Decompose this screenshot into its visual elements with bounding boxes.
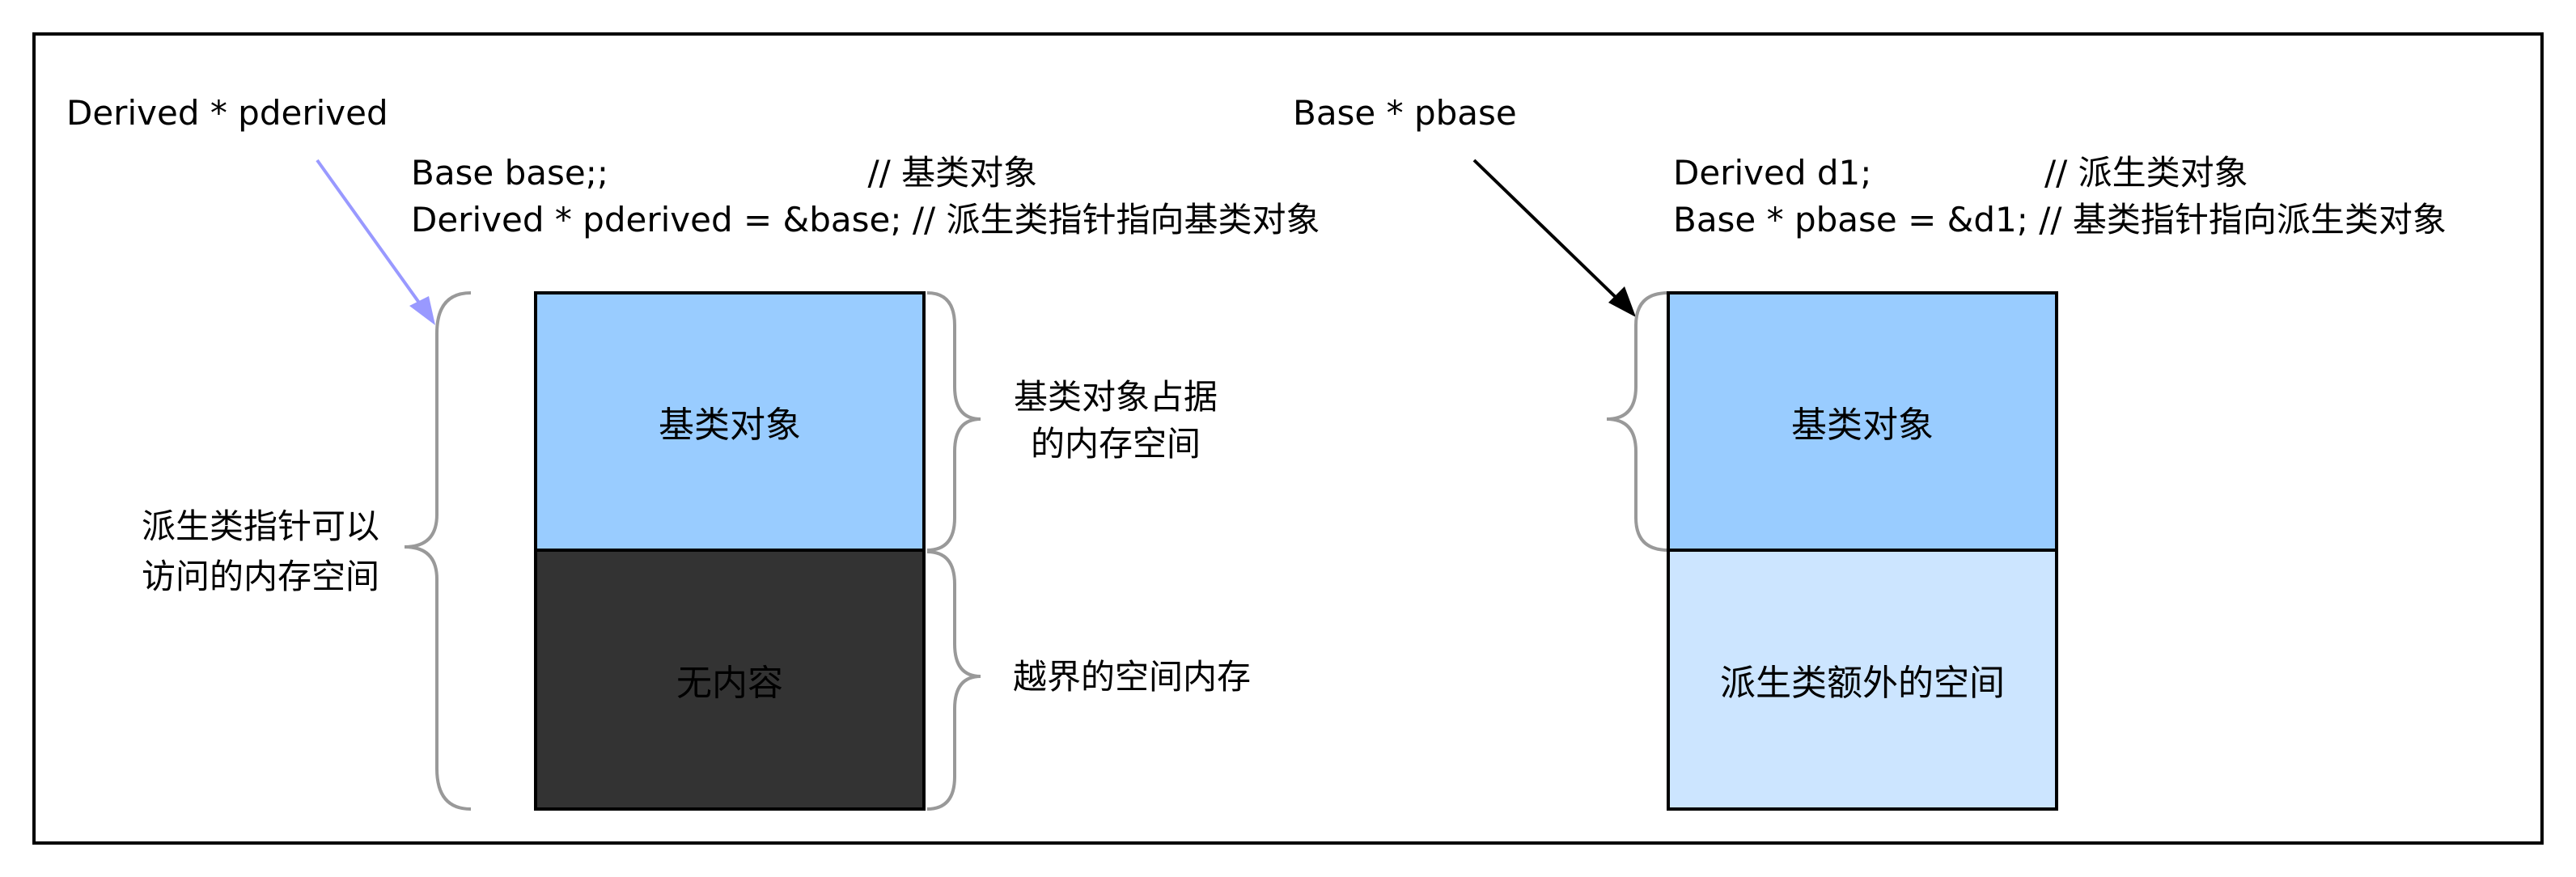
right-access-brace — [1606, 291, 1669, 552]
base-size-label-line-1: 基类对象占据 — [1013, 377, 1218, 417]
left-code-line-2: Derived * pderived = &base; // 派生类指针指向基类… — [411, 200, 1320, 239]
base-size-brace — [926, 291, 981, 552]
left-code-line-1: Base base;; // 基类对象 — [411, 153, 1038, 193]
left-access-brace — [404, 291, 472, 811]
overflow-brace — [926, 550, 981, 811]
right-extra-space-box: 派生类额外的空间 — [1667, 549, 2058, 811]
right-pointer-arrow — [1472, 159, 1626, 307]
left-empty-label: 无内容 — [676, 663, 783, 704]
left-empty-box: 无内容 — [534, 549, 926, 811]
right-pointer-arrowhead — [1608, 286, 1636, 317]
right-extra-space-label: 派生类额外的空间 — [1720, 663, 2005, 704]
overflow-label: 越界的空间内存 — [1013, 657, 1252, 697]
left-pointer-label: Derived * pderived — [66, 93, 388, 133]
left-base-object-label: 基类对象 — [659, 405, 801, 446]
base-size-label-line-2: 的内存空间 — [1030, 424, 1201, 464]
left-brace-label-line-1: 派生类指针可以 — [141, 506, 379, 546]
right-pointer-label: Base * pbase — [1293, 93, 1517, 133]
right-code-line-1: Derived d1; // 派生类对象 — [1673, 153, 2248, 193]
right-base-object-label: 基类对象 — [1791, 405, 1934, 446]
right-code-line-2: Base * pbase = &d1; // 基类指针指向派生类对象 — [1673, 200, 2447, 239]
right-base-object-box: 基类对象 — [1667, 291, 2058, 552]
left-brace-label-line-2: 访问的内存空间 — [141, 557, 379, 596]
left-base-object-box: 基类对象 — [534, 291, 926, 552]
left-pointer-arrowhead — [409, 296, 435, 325]
diagram-canvas: Derived * pderived Base base;; // 基类对象 D… — [0, 0, 2576, 877]
